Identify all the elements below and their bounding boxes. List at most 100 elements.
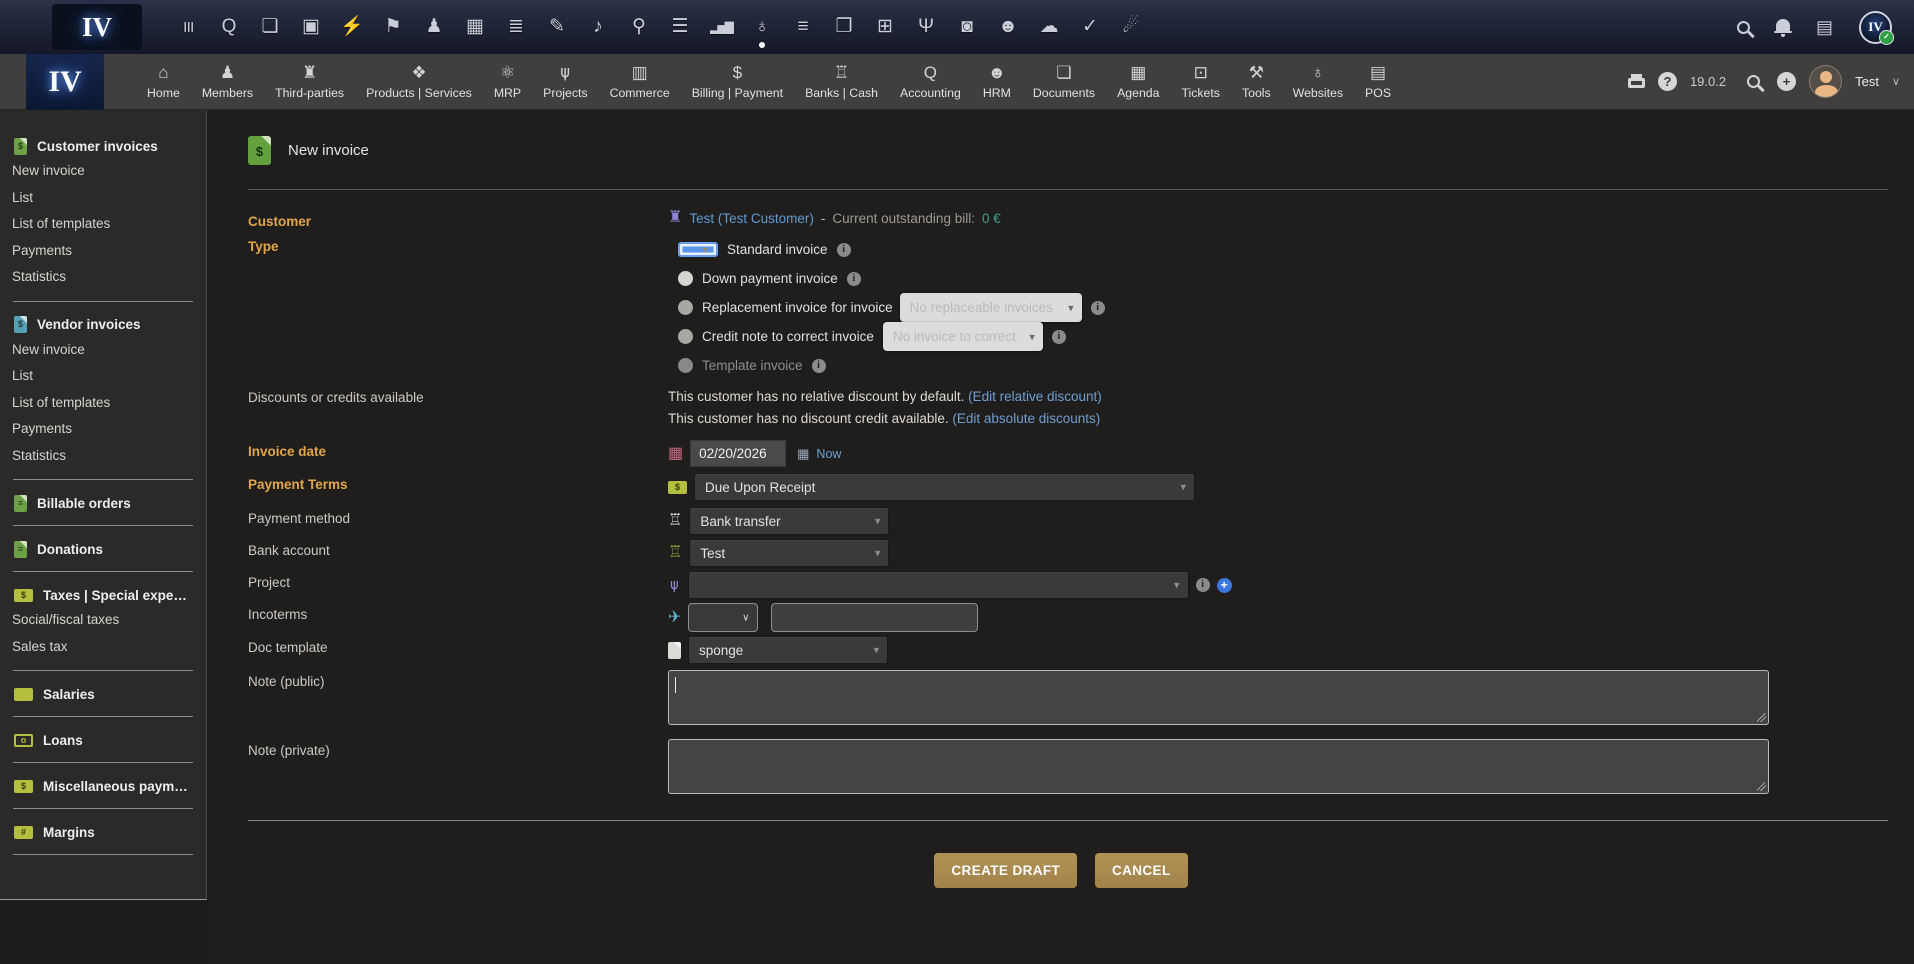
menu-item-hrm[interactable]: ☻HRM <box>972 54 1022 110</box>
note-public-textarea[interactable] <box>668 670 1769 725</box>
menu-item-pos[interactable]: ▤POS <box>1354 54 1402 110</box>
calendar-icon[interactable]: ▦ <box>463 15 487 39</box>
sidebar-section-billable-orders[interactable]: ≡ Billable orders <box>0 491 206 515</box>
menubar-logo[interactable]: IV <box>26 54 104 110</box>
menu-item-tickets[interactable]: ⊡Tickets <box>1170 54 1231 110</box>
cancel-button[interactable]: CANCEL <box>1095 853 1188 888</box>
stack-icon[interactable]: ≣ <box>504 15 528 39</box>
incoterms-location-input[interactable] <box>771 603 978 632</box>
pencil-icon[interactable]: ✎ <box>545 15 569 39</box>
globe-icon[interactable]: ♁ <box>750 15 774 39</box>
info-icon[interactable] <box>847 272 861 286</box>
sidebar-link-sales-tax[interactable]: Sales tax <box>0 634 206 661</box>
info-icon[interactable] <box>1196 578 1210 592</box>
apps-grid-icon[interactable]: ≡ <box>176 15 200 39</box>
sidebar-link-list[interactable]: List <box>0 363 206 390</box>
invoice-date-input[interactable] <box>690 440 786 467</box>
sidebar-section-margins[interactable]: # Margins <box>0 820 206 844</box>
customer-link[interactable]: Test (Test Customer) <box>689 211 814 226</box>
sidebar-section-miscellaneous-payments[interactable]: $ Miscellaneous paym… <box>0 774 206 798</box>
search-app-icon[interactable]: Q <box>217 15 241 39</box>
incoterms-select[interactable] <box>688 603 758 632</box>
menu-item-third-parties[interactable]: ♜Third-parties <box>264 54 355 110</box>
sidebar-link-new-invoice[interactable]: New invoice <box>0 158 206 185</box>
payment-method-select[interactable]: Bank transfer <box>689 507 889 535</box>
menu-item-documents[interactable]: ❏Documents <box>1022 54 1106 110</box>
payment-terms-select[interactable]: Due Upon Receipt <box>694 473 1195 501</box>
add-project-icon[interactable] <box>1217 578 1232 593</box>
sidebar-link-new-invoice[interactable]: New invoice <box>0 337 206 364</box>
radio-label[interactable]: Standard invoice <box>727 242 828 257</box>
menu-item-home[interactable]: ⌂Home <box>136 54 191 110</box>
user-avatar[interactable] <box>1809 65 1842 98</box>
radio-replacement-invoice[interactable] <box>678 300 693 315</box>
radio-label[interactable]: Replacement invoice for invoice <box>702 300 893 315</box>
approve-check-icon[interactable]: ✓ <box>1078 15 1102 39</box>
radio-down-payment-invoice[interactable] <box>678 271 693 286</box>
sidebar-link-list-of-templates[interactable]: List of templates <box>0 211 206 238</box>
menu-item-mrp[interactable]: ⚛MRP <box>483 54 532 110</box>
sidebar-section-vendor-invoices[interactable]: $ Vendor invoices <box>0 313 206 337</box>
table-grid-icon[interactable]: ⊞ <box>873 15 897 39</box>
menu-item-commerce[interactable]: ▥Commerce <box>599 54 681 110</box>
app-logo[interactable]: IV <box>52 4 142 50</box>
user-name-label[interactable]: Test <box>1855 74 1879 89</box>
info-icon[interactable] <box>1052 330 1066 344</box>
notifications-bell-icon[interactable] <box>1776 19 1790 31</box>
list-icon[interactable]: ☰ <box>668 15 692 39</box>
menu-item-products-services[interactable]: ❖Products | Services <box>355 54 483 110</box>
sidebar-section-taxes[interactable]: $ Taxes | Special expe… <box>0 583 206 607</box>
bolt-icon[interactable]: ⚡ <box>340 15 364 39</box>
ghost-icon[interactable]: ☻ <box>996 15 1020 39</box>
project-select[interactable] <box>688 571 1189 599</box>
sidebar-section-salaries[interactable]: Salaries <box>0 682 206 706</box>
search-icon[interactable] <box>1747 75 1760 88</box>
appliance-icon[interactable]: ◙ <box>955 15 979 39</box>
restaurant-icon[interactable]: Ψ <box>914 15 938 39</box>
menu-item-members[interactable]: ♟Members <box>191 54 264 110</box>
contact-card-icon[interactable]: ▤ <box>1816 17 1833 38</box>
radio-credit-note[interactable] <box>678 329 693 344</box>
menu-item-banks-cash[interactable]: ♖Banks | Cash <box>794 54 889 110</box>
info-icon[interactable] <box>1091 301 1105 315</box>
doc-template-select[interactable]: sponge <box>688 636 888 664</box>
account-badge[interactable]: IV <box>1859 11 1892 44</box>
edit-relative-discount-link[interactable]: (Edit relative discount) <box>968 389 1102 404</box>
sidebar-section-loans[interactable]: o Loans <box>0 728 206 752</box>
help-icon[interactable]: ? <box>1658 72 1677 91</box>
quick-add-icon[interactable]: + <box>1777 72 1796 91</box>
gallery-icon[interactable]: ▣ <box>299 15 323 39</box>
sidebar-link-statistics[interactable]: Statistics <box>0 443 206 470</box>
menu-item-websites[interactable]: ♁Websites <box>1282 54 1354 110</box>
now-link[interactable]: Now <box>816 447 841 461</box>
create-draft-button[interactable]: CREATE DRAFT <box>934 853 1077 888</box>
align-left-icon[interactable]: ≡ <box>791 15 815 39</box>
sidebar-link-list[interactable]: List <box>0 185 206 212</box>
music-icon[interactable]: ♪ <box>586 15 610 39</box>
menu-item-projects[interactable]: ⋔Projects <box>532 54 598 110</box>
radio-standard-invoice[interactable] <box>678 242 718 257</box>
photo-stack-icon[interactable]: ❐ <box>832 15 856 39</box>
edit-absolute-discounts-link[interactable]: (Edit absolute discounts) <box>952 411 1100 426</box>
folder-icon[interactable]: ❏ <box>258 15 282 39</box>
chevron-down-icon[interactable]: ∨ <box>1892 75 1900 88</box>
sidebar-link-social-fiscal-taxes[interactable]: Social/fiscal taxes <box>0 607 206 634</box>
print-icon[interactable] <box>1628 78 1645 88</box>
info-icon[interactable] <box>837 243 851 257</box>
cloud-icon[interactable]: ☁ <box>1037 15 1061 39</box>
note-private-textarea[interactable] <box>668 739 1769 794</box>
sidebar-section-customer-invoices[interactable]: $ Customer invoices <box>0 134 206 158</box>
sidebar-section-donations[interactable]: ≡ Donations <box>0 537 206 561</box>
checked-flag-icon[interactable]: ⚑ <box>381 15 405 39</box>
menu-item-accounting[interactable]: QAccounting <box>889 54 972 110</box>
sidebar-link-payments[interactable]: Payments <box>0 238 206 265</box>
broom-icon[interactable]: ☄ <box>1119 15 1143 39</box>
menu-item-billing-payment[interactable]: $Billing | Payment <box>681 54 794 110</box>
bank-account-select[interactable]: Test <box>689 539 889 567</box>
date-picker-icon[interactable]: ▦ <box>797 447 809 460</box>
members-icon[interactable]: ♟ <box>422 15 446 39</box>
radio-label[interactable]: Down payment invoice <box>702 271 838 286</box>
sidebar-link-statistics[interactable]: Statistics <box>0 264 206 291</box>
sidebar-link-list-of-templates[interactable]: List of templates <box>0 390 206 417</box>
menu-item-tools[interactable]: ⚒Tools <box>1231 54 1282 110</box>
